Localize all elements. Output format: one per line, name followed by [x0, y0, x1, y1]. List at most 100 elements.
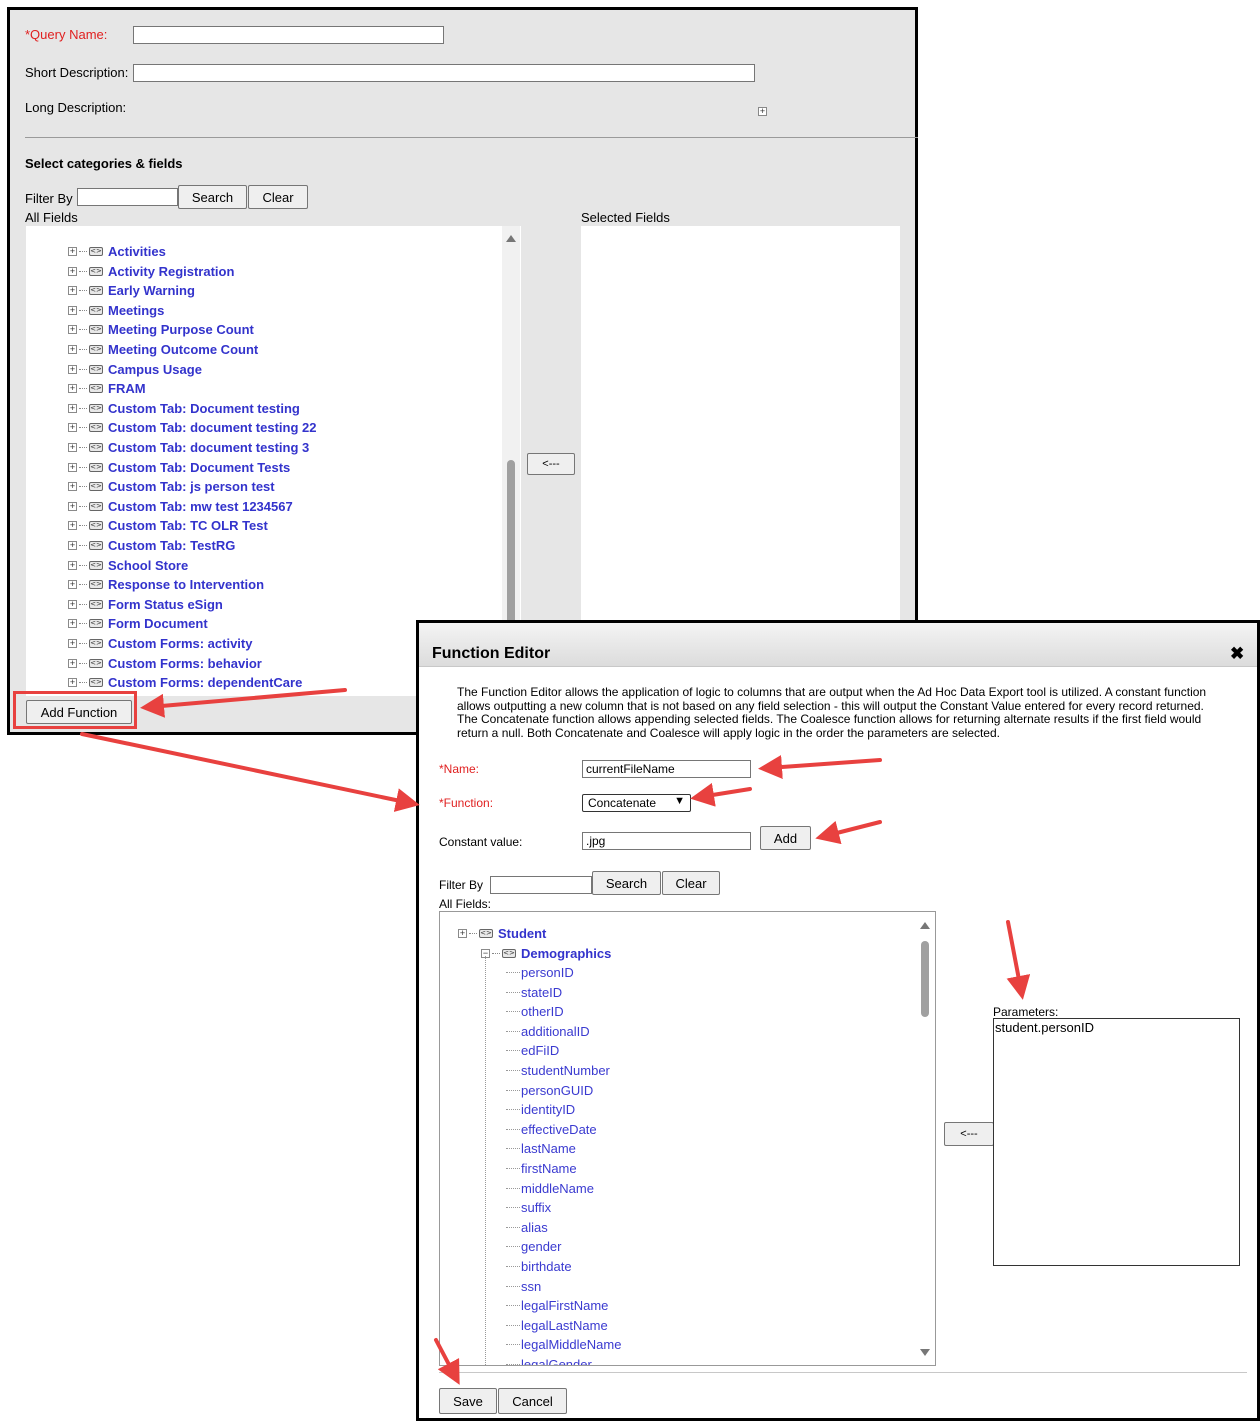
cancel-button[interactable]: Cancel: [498, 1388, 567, 1414]
tree-item[interactable]: + <> Meetings: [68, 301, 164, 320]
clear-button[interactable]: Clear: [248, 185, 308, 209]
field-leaf[interactable]: legalGender: [506, 1355, 592, 1365]
expand-icon[interactable]: +: [68, 541, 77, 550]
tree-item[interactable]: + <> Activity Registration: [68, 262, 234, 281]
expand-icon[interactable]: +: [68, 345, 77, 354]
tree-item[interactable]: + <> Custom Tab: Document Tests: [68, 458, 290, 477]
tree-node-demographics[interactable]: − <> Demographics: [481, 944, 611, 963]
add-constant-button[interactable]: Add: [760, 826, 811, 850]
tree-item[interactable]: + <> FRAM: [68, 379, 146, 398]
expand-icon[interactable]: +: [68, 305, 77, 315]
field-leaf[interactable]: firstName: [506, 1159, 577, 1178]
field-leaf[interactable]: legalMiddleName: [506, 1335, 621, 1354]
tree-item[interactable]: + <> Custom Tab: TestRG: [68, 536, 235, 555]
query-name-input[interactable]: [133, 26, 444, 44]
remove-parameter-button[interactable]: <---: [944, 1122, 994, 1146]
tree-item[interactable]: + <> Custom Tab: mw test 1234567: [68, 497, 293, 516]
expand-icon[interactable]: +: [68, 423, 77, 433]
expand-icon[interactable]: +: [68, 325, 77, 335]
field-leaf-label: birthdate: [521, 1259, 572, 1274]
field-leaf[interactable]: personGUID: [506, 1081, 593, 1100]
search-button[interactable]: Search: [592, 871, 661, 895]
field-leaf[interactable]: effectiveDate: [506, 1120, 597, 1139]
short-description-input[interactable]: [133, 64, 755, 82]
field-leaf[interactable]: additionalID: [506, 1022, 590, 1041]
field-leaf[interactable]: personID: [506, 963, 574, 982]
expand-icon[interactable]: +: [68, 266, 77, 276]
tree-item[interactable]: + <> Campus Usage: [68, 360, 202, 379]
parameter-item[interactable]: student.personID: [995, 1020, 1094, 1035]
name-input[interactable]: currentFileName: [582, 760, 751, 778]
filter-input[interactable]: [77, 188, 178, 206]
tree-item[interactable]: + <> Meeting Outcome Count: [68, 340, 258, 359]
field-leaf[interactable]: middleName: [506, 1179, 594, 1198]
field-leaf-label: gender: [521, 1239, 562, 1255]
expand-icon[interactable]: +: [68, 247, 77, 256]
expand-icon[interactable]: +: [68, 462, 77, 472]
expand-icon[interactable]: +: [68, 403, 77, 413]
filter-input[interactable]: [490, 876, 592, 894]
scroll-up-icon[interactable]: [506, 235, 516, 242]
tree-item[interactable]: + <> Custom Forms: behavior: [68, 654, 262, 673]
expand-icon[interactable]: +: [68, 599, 77, 609]
expand-icon[interactable]: +: [68, 443, 77, 452]
expand-icon[interactable]: +: [68, 501, 77, 511]
tree-item[interactable]: + <> Custom Tab: document testing 3: [68, 438, 309, 457]
field-leaf[interactable]: studentNumber: [506, 1061, 610, 1080]
scroll-thumb[interactable]: [921, 941, 929, 1017]
tree-item[interactable]: + <> Custom Tab: document testing 22: [68, 418, 317, 437]
tree-item[interactable]: + <> School Store: [68, 556, 188, 575]
field-leaf[interactable]: legalFirstName: [506, 1296, 608, 1315]
expand-icon[interactable]: +: [68, 658, 77, 668]
expand-icon[interactable]: +: [68, 619, 77, 629]
expand-icon[interactable]: +: [68, 286, 77, 296]
expand-icon[interactable]: +: [458, 929, 467, 938]
tree-item[interactable]: + <> Form Document: [68, 614, 208, 633]
tree-item[interactable]: + <> Custom Tab: Document testing: [68, 399, 300, 418]
clear-button[interactable]: Clear: [662, 871, 720, 895]
tree-node-student[interactable]: + <> Student: [458, 924, 546, 943]
field-leaf[interactable]: lastName: [506, 1139, 576, 1158]
tree-item[interactable]: + <> Custom Forms: dependentCare: [68, 673, 302, 692]
expand-icon[interactable]: +: [68, 521, 77, 531]
tree-item[interactable]: + <> Activities: [68, 242, 166, 261]
field-leaf[interactable]: alias: [506, 1218, 548, 1237]
expand-icon[interactable]: +: [68, 384, 77, 394]
field-leaf[interactable]: ssn: [506, 1277, 541, 1296]
close-icon[interactable]: ✖: [1230, 644, 1244, 664]
field-leaf[interactable]: gender: [506, 1237, 561, 1256]
expand-icon[interactable]: +: [68, 639, 77, 648]
field-leaf-label: additionalID: [521, 1023, 590, 1039]
tree-item[interactable]: + <> Meeting Purpose Count: [68, 320, 254, 339]
field-leaf[interactable]: otherID: [506, 1002, 564, 1021]
expand-icon[interactable]: +: [68, 678, 77, 688]
scroll-up-icon[interactable]: [920, 922, 930, 929]
field-leaf[interactable]: identityID: [506, 1100, 575, 1119]
function-select[interactable]: Concatenate ▼: [582, 794, 691, 812]
function-fields-scrollbar[interactable]: [916, 912, 934, 1365]
field-leaf[interactable]: suffix: [506, 1198, 551, 1217]
search-button[interactable]: Search: [178, 185, 247, 209]
expand-icon[interactable]: +: [68, 580, 77, 590]
field-leaf[interactable]: stateID: [506, 983, 562, 1002]
save-button[interactable]: Save: [439, 1388, 497, 1414]
field-leaf[interactable]: edFiID: [506, 1041, 559, 1060]
tree-item[interactable]: + <> Response to Intervention: [68, 575, 264, 594]
field-leaf[interactable]: birthdate: [506, 1257, 572, 1276]
remove-field-button[interactable]: <---: [527, 453, 575, 475]
scroll-down-icon[interactable]: [920, 1349, 930, 1356]
tree-item[interactable]: + <> Early Warning: [68, 281, 195, 300]
selected-fields-list[interactable]: [581, 226, 900, 626]
tree-item[interactable]: + <> Custom Forms: activity: [68, 634, 252, 653]
expand-long-description-icon[interactable]: +: [758, 107, 767, 116]
function-fields-tree[interactable]: + <> Student − <> Demographics personID state…: [439, 911, 936, 1366]
expand-icon[interactable]: +: [68, 560, 77, 570]
tree-item[interactable]: + <> Custom Tab: TC OLR Test: [68, 516, 268, 535]
expand-icon[interactable]: +: [68, 364, 77, 374]
expand-icon[interactable]: +: [68, 482, 77, 492]
tree-item[interactable]: + <> Custom Tab: js person test: [68, 477, 275, 496]
field-leaf[interactable]: legalLastName: [506, 1316, 608, 1335]
tree-item[interactable]: + <> Form Status eSign: [68, 595, 223, 614]
constant-value-input[interactable]: .jpg: [582, 832, 751, 850]
parameters-list[interactable]: student.personID: [993, 1018, 1240, 1266]
